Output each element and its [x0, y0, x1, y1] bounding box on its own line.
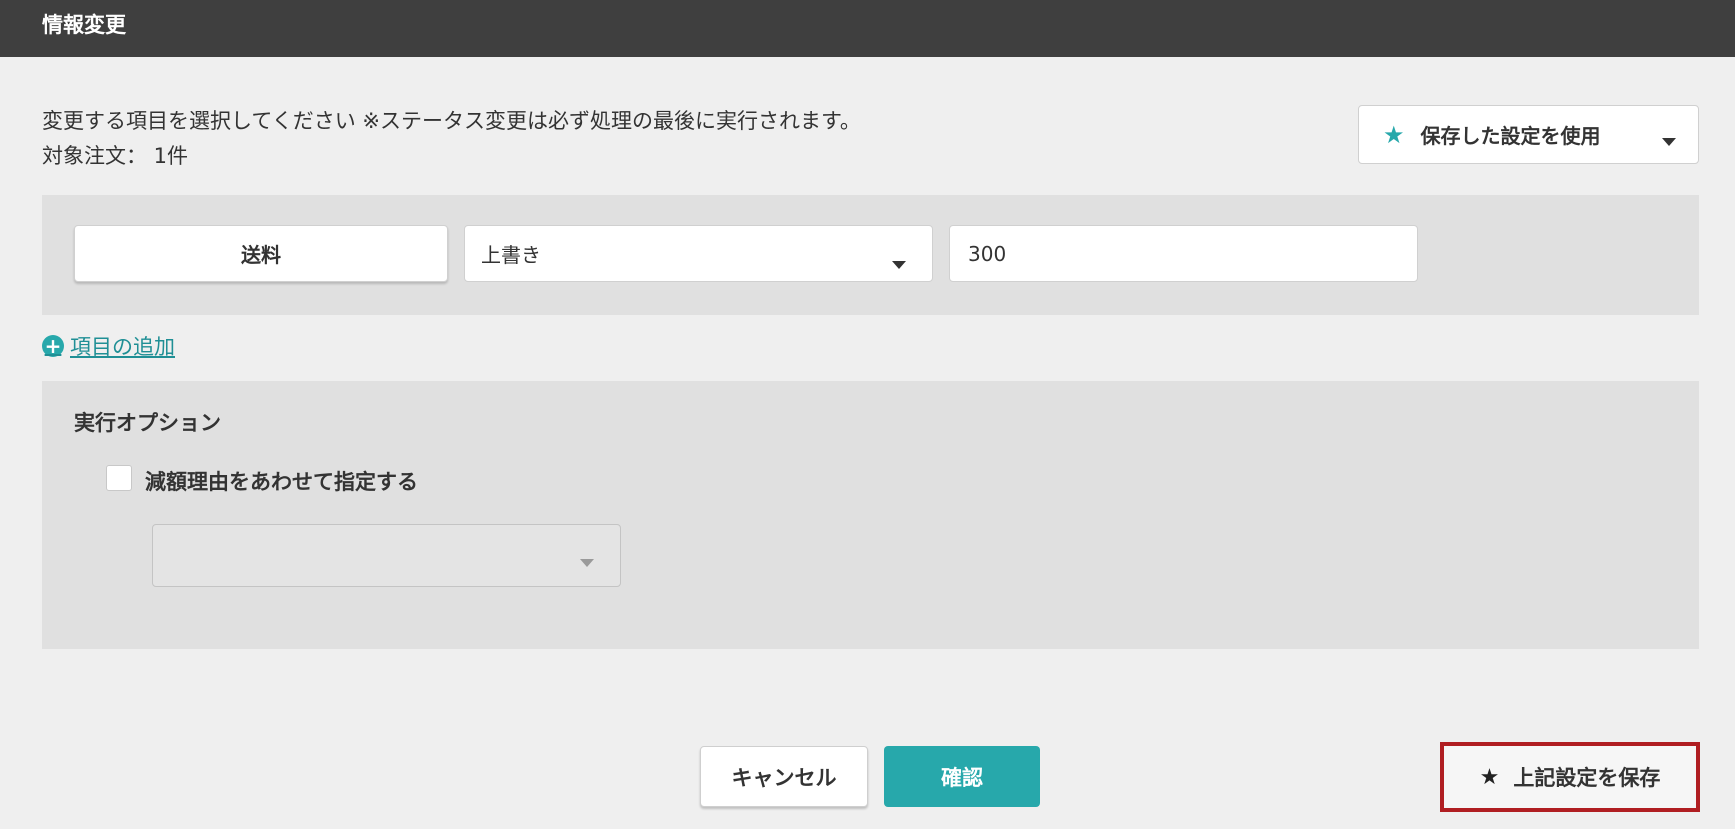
change-item-panel: 送料 上書き — [42, 195, 1699, 315]
chevron-down-icon — [580, 552, 594, 571]
confirm-button[interactable]: 確認 — [884, 746, 1040, 807]
dialog-title: 情報変更 — [0, 0, 1735, 57]
chevron-down-icon — [1662, 127, 1676, 151]
mode-select[interactable]: 上書き — [464, 225, 933, 282]
save-settings-label: 上記設定を保存 — [1513, 766, 1661, 790]
star-icon: ★ — [1479, 764, 1500, 790]
add-item-link[interactable]: + 項目の追加 — [42, 331, 175, 361]
cancel-button-label: キャンセル — [731, 765, 837, 790]
reduction-reason-checkbox-label[interactable]: 減額理由をあわせて指定する — [145, 466, 418, 496]
target-order-count: 対象注文： 1件 — [42, 144, 189, 168]
plus-circle-icon: + — [42, 335, 64, 357]
add-item-label: 項目の追加 — [70, 335, 175, 359]
confirm-button-label: 確認 — [941, 765, 983, 790]
execution-options-panel: 実行オプション 減額理由をあわせて指定する — [42, 381, 1699, 649]
dialog-title-text: 情報変更 — [42, 13, 126, 37]
execution-options-title: 実行オプション — [74, 411, 221, 435]
reduction-reason-checkbox[interactable] — [106, 465, 132, 491]
save-settings-button[interactable]: ★ 上記設定を保存 — [1440, 742, 1700, 812]
star-icon: ★ — [1383, 120, 1405, 149]
field-select-label: 送料 — [241, 243, 281, 267]
mode-select-value: 上書き — [481, 243, 541, 267]
instruction-text: 変更する項目を選択してください ※ステータス変更は必ず処理の最後に実行されます。 — [42, 109, 861, 133]
chevron-down-icon — [892, 250, 906, 274]
value-input[interactable] — [949, 225, 1418, 282]
field-select-button[interactable]: 送料 — [74, 225, 448, 282]
use-saved-settings-label: 保存した設定を使用 — [1420, 124, 1601, 148]
reduction-reason-select[interactable] — [152, 524, 621, 587]
cancel-button[interactable]: キャンセル — [700, 746, 868, 807]
use-saved-settings-dropdown[interactable]: ★ 保存した設定を使用 — [1358, 105, 1699, 164]
